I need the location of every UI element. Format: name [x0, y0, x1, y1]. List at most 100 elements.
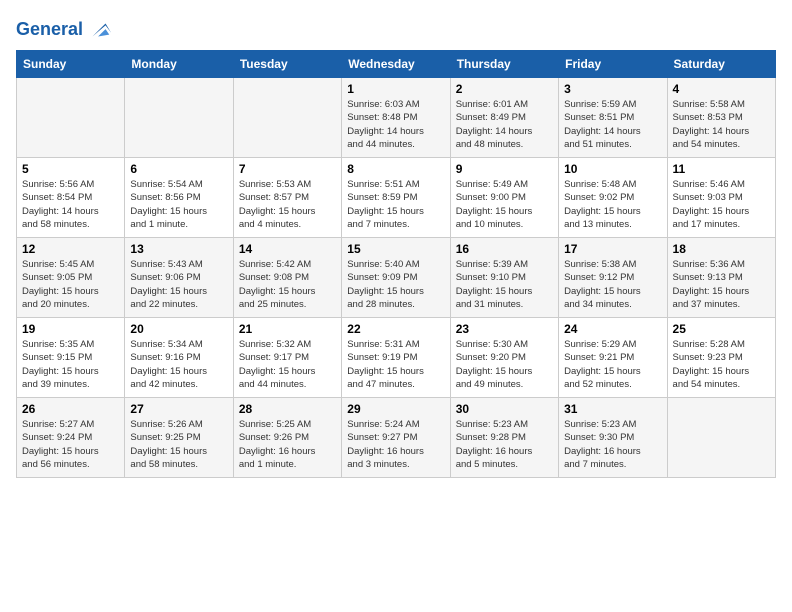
day-cell-13: 13 Sunrise: 5:43 AM Sunset: 9:06 PM Dayli…: [125, 238, 233, 318]
day-cell-25: 25 Sunrise: 5:28 AM Sunset: 9:23 PM Dayli…: [667, 318, 775, 398]
weekday-header-wednesday: Wednesday: [342, 51, 450, 78]
weekday-header-friday: Friday: [559, 51, 667, 78]
weekday-header-row: SundayMondayTuesdayWednesdayThursdayFrid…: [17, 51, 776, 78]
day-info: Sunrise: 5:42 AM Sunset: 9:08 PM Dayligh…: [239, 258, 336, 311]
weekday-header-monday: Monday: [125, 51, 233, 78]
empty-cell: [125, 78, 233, 158]
day-cell-2: 2 Sunrise: 6:01 AM Sunset: 8:49 PM Daylig…: [450, 78, 558, 158]
empty-cell: [17, 78, 125, 158]
day-number: 3: [564, 82, 661, 96]
day-number: 1: [347, 82, 444, 96]
weekday-header-tuesday: Tuesday: [233, 51, 341, 78]
weekday-header-thursday: Thursday: [450, 51, 558, 78]
day-info: Sunrise: 5:24 AM Sunset: 9:27 PM Dayligh…: [347, 418, 444, 471]
day-number: 29: [347, 402, 444, 416]
day-cell-14: 14Sunrise: 5:42 AM Sunset: 9:08 PM Dayli…: [233, 238, 341, 318]
week-row-1: 1Sunrise: 6:03 AM Sunset: 8:48 PM Daylig…: [17, 78, 776, 158]
day-info: Sunrise: 5:32 AM Sunset: 9:17 PM Dayligh…: [239, 338, 336, 391]
day-info: Sunrise: 5:36 AM Sunset: 9:13 PM Dayligh…: [673, 258, 770, 311]
day-cell-29: 29 Sunrise: 5:24 AM Sunset: 9:27 PM Dayli…: [342, 398, 450, 478]
page-header: General: [16, 16, 776, 40]
day-number: 13: [130, 242, 227, 256]
day-number: 17: [564, 242, 661, 256]
day-cell-20: 20 Sunrise: 5:34 AM Sunset: 9:16 PM Dayli…: [125, 318, 233, 398]
day-info: Sunrise: 5:43 AM Sunset: 9:06 PM Dayligh…: [130, 258, 227, 311]
day-number: 30: [456, 402, 553, 416]
day-number: 27: [130, 402, 227, 416]
day-info: Sunrise: 5:23 AM Sunset: 9:28 PM Dayligh…: [456, 418, 553, 471]
day-info: Sunrise: 5:46 AM Sunset: 9:03 PM Dayligh…: [673, 178, 770, 231]
day-number: 8: [347, 162, 444, 176]
day-number: 18: [673, 242, 770, 256]
day-info: Sunrise: 5:26 AM Sunset: 9:25 PM Dayligh…: [130, 418, 227, 471]
day-cell-21: 21 Sunrise: 5:32 AM Sunset: 9:17 PM Dayli…: [233, 318, 341, 398]
day-info: Sunrise: 5:49 AM Sunset: 9:00 PM Dayligh…: [456, 178, 553, 231]
week-row-2: 5Sunrise: 5:56 AM Sunset: 8:54 PM Daylig…: [17, 158, 776, 238]
day-info: Sunrise: 5:48 AM Sunset: 9:02 PM Dayligh…: [564, 178, 661, 231]
day-number: 4: [673, 82, 770, 96]
day-info: Sunrise: 5:54 AM Sunset: 8:56 PM Dayligh…: [130, 178, 227, 231]
day-info: Sunrise: 5:34 AM Sunset: 9:16 PM Dayligh…: [130, 338, 227, 391]
day-cell-5: 5Sunrise: 5:56 AM Sunset: 8:54 PM Daylig…: [17, 158, 125, 238]
day-info: Sunrise: 5:39 AM Sunset: 9:10 PM Dayligh…: [456, 258, 553, 311]
day-number: 11: [673, 162, 770, 176]
day-cell-22: 22 Sunrise: 5:31 AM Sunset: 9:19 PM Dayli…: [342, 318, 450, 398]
day-cell-27: 27 Sunrise: 5:26 AM Sunset: 9:25 PM Dayli…: [125, 398, 233, 478]
day-cell-6: 6 Sunrise: 5:54 AM Sunset: 8:56 PM Daylig…: [125, 158, 233, 238]
day-number: 6: [130, 162, 227, 176]
day-number: 24: [564, 322, 661, 336]
day-number: 20: [130, 322, 227, 336]
day-info: Sunrise: 5:40 AM Sunset: 9:09 PM Dayligh…: [347, 258, 444, 311]
day-number: 10: [564, 162, 661, 176]
day-number: 12: [22, 242, 119, 256]
day-number: 25: [673, 322, 770, 336]
day-number: 5: [22, 162, 119, 176]
logo-icon: [85, 16, 113, 44]
calendar-table: SundayMondayTuesdayWednesdayThursdayFrid…: [16, 50, 776, 478]
day-cell-19: 19 Sunrise: 5:35 AM Sunset: 9:15 PM Dayli…: [17, 318, 125, 398]
day-cell-9: 9 Sunrise: 5:49 AM Sunset: 9:00 PM Daylig…: [450, 158, 558, 238]
week-row-4: 19 Sunrise: 5:35 AM Sunset: 9:15 PM Dayli…: [17, 318, 776, 398]
day-number: 22: [347, 322, 444, 336]
day-number: 19: [22, 322, 119, 336]
day-number: 23: [456, 322, 553, 336]
day-info: Sunrise: 5:28 AM Sunset: 9:23 PM Dayligh…: [673, 338, 770, 391]
day-cell-15: 15 Sunrise: 5:40 AM Sunset: 9:09 PM Dayli…: [342, 238, 450, 318]
empty-cell: [667, 398, 775, 478]
day-cell-16: 16 Sunrise: 5:39 AM Sunset: 9:10 PM Dayli…: [450, 238, 558, 318]
day-cell-24: 24Sunrise: 5:29 AM Sunset: 9:21 PM Dayli…: [559, 318, 667, 398]
empty-cell: [233, 78, 341, 158]
day-info: Sunrise: 5:27 AM Sunset: 9:24 PM Dayligh…: [22, 418, 119, 471]
weekday-header-sunday: Sunday: [17, 51, 125, 78]
day-info: Sunrise: 5:30 AM Sunset: 9:20 PM Dayligh…: [456, 338, 553, 391]
day-cell-28: 28Sunrise: 5:25 AM Sunset: 9:26 PM Dayli…: [233, 398, 341, 478]
day-info: Sunrise: 5:35 AM Sunset: 9:15 PM Dayligh…: [22, 338, 119, 391]
day-number: 15: [347, 242, 444, 256]
day-cell-12: 12 Sunrise: 5:45 AM Sunset: 9:05 PM Dayli…: [17, 238, 125, 318]
day-number: 21: [239, 322, 336, 336]
logo: General: [16, 16, 113, 40]
day-info: Sunrise: 5:51 AM Sunset: 8:59 PM Dayligh…: [347, 178, 444, 231]
week-row-3: 12 Sunrise: 5:45 AM Sunset: 9:05 PM Dayli…: [17, 238, 776, 318]
day-cell-10: 10 Sunrise: 5:48 AM Sunset: 9:02 PM Dayli…: [559, 158, 667, 238]
day-number: 7: [239, 162, 336, 176]
day-cell-11: 11 Sunrise: 5:46 AM Sunset: 9:03 PM Dayli…: [667, 158, 775, 238]
day-cell-30: 30 Sunrise: 5:23 AM Sunset: 9:28 PM Dayli…: [450, 398, 558, 478]
day-info: Sunrise: 5:58 AM Sunset: 8:53 PM Dayligh…: [673, 98, 770, 151]
day-cell-17: 17 Sunrise: 5:38 AM Sunset: 9:12 PM Dayli…: [559, 238, 667, 318]
day-info: Sunrise: 5:25 AM Sunset: 9:26 PM Dayligh…: [239, 418, 336, 471]
day-number: 2: [456, 82, 553, 96]
day-info: Sunrise: 6:01 AM Sunset: 8:49 PM Dayligh…: [456, 98, 553, 151]
day-cell-4: 4 Sunrise: 5:58 AM Sunset: 8:53 PM Daylig…: [667, 78, 775, 158]
day-info: Sunrise: 5:45 AM Sunset: 9:05 PM Dayligh…: [22, 258, 119, 311]
day-cell-31: 31 Sunrise: 5:23 AM Sunset: 9:30 PM Dayli…: [559, 398, 667, 478]
day-cell-7: 7Sunrise: 5:53 AM Sunset: 8:57 PM Daylig…: [233, 158, 341, 238]
day-info: Sunrise: 5:31 AM Sunset: 9:19 PM Dayligh…: [347, 338, 444, 391]
day-number: 9: [456, 162, 553, 176]
day-number: 31: [564, 402, 661, 416]
logo-text: General: [16, 20, 83, 40]
day-info: Sunrise: 5:23 AM Sunset: 9:30 PM Dayligh…: [564, 418, 661, 471]
day-info: Sunrise: 5:38 AM Sunset: 9:12 PM Dayligh…: [564, 258, 661, 311]
weekday-header-saturday: Saturday: [667, 51, 775, 78]
day-number: 16: [456, 242, 553, 256]
